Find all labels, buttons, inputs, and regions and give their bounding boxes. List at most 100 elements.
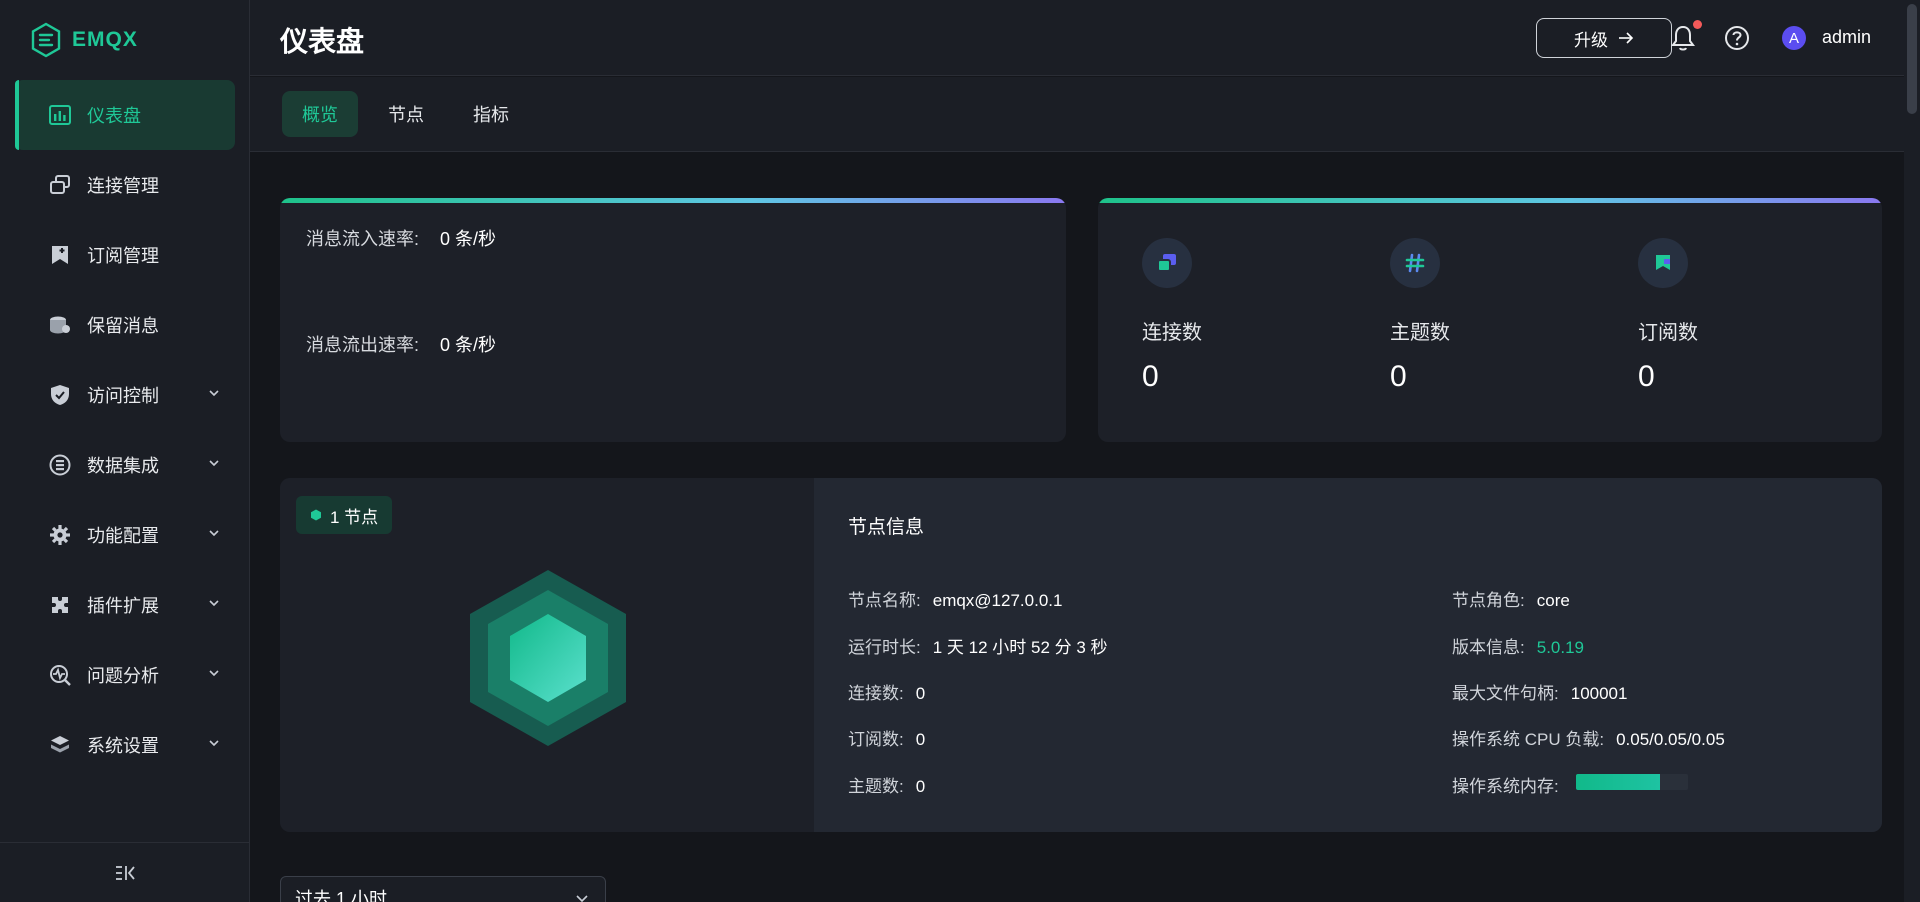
sidebar-item-label: 功能配置 (87, 526, 159, 546)
memory-usage-bar (1576, 774, 1688, 790)
kv-key: 订阅数: (848, 730, 904, 749)
logo[interactable]: EMQX (30, 22, 138, 58)
logo-text: EMQX (72, 28, 138, 51)
sidebar-item-label: 订阅管理 (87, 246, 159, 266)
memory-usage-fill (1576, 774, 1660, 790)
connections-icon (49, 174, 71, 196)
sidebar-item-diagnose[interactable]: 问题分析 (15, 640, 235, 710)
emqx-logo-icon (31, 22, 61, 58)
time-range-select[interactable]: 过去 1 小时 (280, 876, 606, 902)
node-count-badge: 1 节点 (296, 496, 393, 534)
time-range-value: 过去 1 小时 (295, 889, 388, 902)
sidebar-item-connections[interactable]: 连接管理 (15, 150, 235, 220)
stat-subscriptions: 订阅数 0 (1638, 198, 1878, 438)
kv-key: 最大文件句柄: (1452, 684, 1559, 703)
arrow-right-icon (1619, 32, 1634, 44)
chevron-down-icon (209, 530, 219, 537)
sidebar-item-dashboard[interactable]: 仪表盘 (15, 80, 235, 150)
username[interactable]: admin (1822, 27, 1871, 48)
version-link[interactable]: 5.0.19 (1537, 638, 1584, 657)
node-topics-row: 主题数: 0 (848, 772, 925, 797)
node-hexagon-icon[interactable] (468, 568, 628, 748)
connections-icon (1142, 238, 1192, 288)
kv-key: 操作系统 CPU 负载: (1452, 730, 1605, 749)
tab-metrics[interactable]: 指标 (453, 91, 529, 137)
version-row: 版本信息: 5.0.19 (1452, 633, 1584, 658)
sidebar-item-configuration[interactable]: 功能配置 (15, 500, 235, 570)
system-icon (49, 734, 71, 756)
page-title: 仪表盘 (280, 26, 365, 57)
kv-value: 0 (915, 777, 926, 796)
chevron-down-icon (209, 390, 219, 397)
help-icon[interactable] (1724, 25, 1750, 51)
kv-value: 0.05/0.05/0.05 (1616, 730, 1725, 749)
sidebar-item-subscriptions[interactable]: 订阅管理 (15, 220, 235, 290)
node-role-row: 节点角色: core (1452, 586, 1570, 611)
stat-connections: 连接数 0 (1142, 198, 1382, 438)
sidebar-collapse-button[interactable] (0, 842, 250, 902)
stat-label: 订阅数 (1638, 322, 1698, 344)
kv-value: 1 天 12 小时 52 分 3 秒 (932, 638, 1108, 657)
node-info-panel: 节点信息 节点名称: emqx@127.0.0.1 运行时长: 1 天 12 小时 … (814, 478, 1882, 832)
kv-key: 版本信息: (1452, 638, 1525, 657)
tab-nodes[interactable]: 节点 (368, 91, 444, 137)
kv-key: 节点名称: (848, 591, 921, 610)
plugin-icon (49, 594, 71, 616)
shield-icon (49, 384, 71, 406)
sidebar-item-system[interactable]: 系统设置 (15, 710, 235, 780)
message-rate-card: 消息流入速率: 0 条/秒 消息流出速率: 0 条/秒 (280, 198, 1066, 442)
avatar[interactable]: A (1782, 26, 1806, 50)
upgrade-button[interactable]: 升级 (1536, 18, 1672, 58)
tab-overview[interactable]: 概览 (282, 91, 358, 137)
sidebar-item-data-integration[interactable]: 数据集成 (15, 430, 235, 500)
stat-label: 连接数 (1142, 322, 1202, 344)
node-info-title: 节点信息 (848, 517, 925, 538)
page-scrollbar[interactable] (1904, 0, 1920, 902)
top-header: 仪表盘 升级 A admin (250, 0, 1920, 76)
kv-value: emqx@127.0.0.1 (932, 591, 1063, 610)
node-count: 1 节点 (330, 507, 379, 527)
kv-key: 操作系统内存: (1452, 777, 1559, 796)
stat-value: 0 (1638, 360, 1655, 393)
kv-value: 100001 (1570, 684, 1628, 703)
kv-value: 0 (915, 730, 926, 749)
retained-icon (49, 314, 71, 336)
flag-icon (1638, 238, 1688, 288)
chevron-down-icon (209, 670, 219, 677)
uptime-row: 运行时长: 1 天 12 小时 52 分 3 秒 (848, 633, 1108, 658)
stat-value: 0 (1142, 360, 1159, 393)
sidebar-nav: 仪表盘 连接管理 订阅管理 保留消息 访问控制 数据集成 功能配置 插件扩展 问… (0, 80, 250, 780)
scrollbar-thumb[interactable] (1907, 4, 1917, 114)
node-connections-row: 连接数: 0 (848, 679, 925, 704)
outgoing-rate-value: 0 条/秒 (440, 335, 497, 355)
incoming-rate-label: 消息流入速率: (306, 229, 420, 249)
kv-key: 运行时长: (848, 638, 921, 657)
chevron-down-icon (209, 460, 219, 467)
sidebar-item-plugins[interactable]: 插件扩展 (15, 570, 235, 640)
sidebar-item-label: 系统设置 (87, 736, 159, 756)
stat-topics: 主题数 0 (1390, 198, 1630, 438)
sidebar-item-label: 保留消息 (87, 316, 159, 336)
sidebar-item-access-control[interactable]: 访问控制 (15, 360, 235, 430)
subscriptions-icon (49, 244, 71, 266)
bell-icon[interactable] (1670, 24, 1696, 52)
hexagon-icon (311, 509, 321, 521)
nodes-card: 1 节点 节点信息 节点名称: emqx@127.0.0.1 运行时长: 1 天 1… (280, 478, 1882, 832)
stat-label: 主题数 (1390, 322, 1450, 344)
kv-key: 连接数: (848, 684, 904, 703)
max-fds-row: 最大文件句柄: 100001 (1452, 679, 1627, 704)
sidebar-item-label: 数据集成 (87, 456, 159, 476)
kv-key: 主题数: (848, 777, 904, 796)
chevron-down-icon (576, 895, 588, 902)
node-name-row: 节点名称: emqx@127.0.0.1 (848, 586, 1062, 611)
kv-value: core (1536, 591, 1570, 610)
memory-row: 操作系统内存: (1452, 772, 1559, 797)
tabs-bar: 概览 节点 指标 (250, 77, 1920, 152)
chevron-down-icon (209, 740, 219, 747)
hash-icon (1390, 238, 1440, 288)
diagnose-icon (49, 664, 71, 686)
sidebar-item-retained[interactable]: 保留消息 (15, 290, 235, 360)
upgrade-label: 升级 (1574, 30, 1608, 50)
sidebar: EMQX 仪表盘 连接管理 订阅管理 保留消息 访问控制 数据集成 功能配置 插… (0, 0, 250, 902)
sidebar-item-label: 问题分析 (87, 666, 159, 686)
